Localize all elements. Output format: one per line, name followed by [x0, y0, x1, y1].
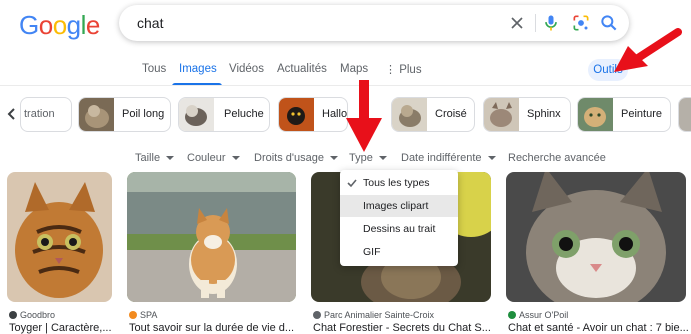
- favicon-icon: [508, 311, 516, 319]
- cat-photo: [7, 172, 112, 302]
- chip-poil-long[interactable]: Poil long: [78, 97, 171, 132]
- search-divider: [535, 14, 536, 32]
- caret-down-icon: [487, 156, 496, 161]
- caret-down-icon: [166, 156, 175, 161]
- result-title[interactable]: Chat et santé - Avoir un chat : 7 bie...: [508, 322, 690, 334]
- logo-letter: o: [52, 10, 67, 40]
- chip-label: Peluche: [224, 108, 264, 120]
- chip-thumbnail: [392, 98, 427, 131]
- source-label: SPA: [140, 310, 158, 320]
- result-source[interactable]: Parc Animalier Sainte-Croix: [313, 310, 434, 320]
- red-arrow-annotation: [614, 28, 682, 72]
- check-icon: [347, 179, 357, 188]
- chip-label: Poil long: [122, 108, 165, 120]
- more-dots-icon: ⋮: [385, 64, 396, 76]
- tab-maps[interactable]: Maps: [340, 63, 368, 75]
- filter-color[interactable]: Couleur: [187, 152, 240, 164]
- close-icon[interactable]: [507, 13, 527, 33]
- menu-item-line-drawing[interactable]: Dessins au trait: [340, 218, 458, 240]
- filter-usage-rights[interactable]: Droits d'usage: [254, 152, 338, 164]
- cat-photo: [127, 172, 296, 302]
- tab-more-label: Plus: [399, 64, 422, 76]
- search-input[interactable]: chat: [137, 15, 163, 31]
- filter-label: Date indifférente: [401, 152, 482, 164]
- result-image-toyger[interactable]: [7, 172, 112, 302]
- chip-peluche[interactable]: Peluche: [178, 97, 270, 132]
- chip-illustration[interactable]: tration: [20, 97, 72, 132]
- result-source[interactable]: Goodbro: [9, 310, 55, 320]
- menu-item-label: GIF: [363, 246, 381, 258]
- result-source[interactable]: SPA: [129, 310, 157, 320]
- menu-item-label: Dessins au trait: [363, 223, 436, 235]
- result-title[interactable]: Tout savoir sur la durée de vie d...: [129, 322, 299, 334]
- chip-peinture[interactable]: Peinture: [577, 97, 671, 132]
- cat-photo: [506, 172, 686, 302]
- logo-letter: e: [85, 10, 100, 40]
- google-lens-icon[interactable]: [571, 13, 591, 33]
- chip-label: Sphinx: [527, 108, 561, 120]
- type-dropdown-menu: Tous les types Images clipart Dessins au…: [340, 170, 458, 266]
- microphone-icon[interactable]: [541, 13, 561, 33]
- chip-next-partial[interactable]: [678, 97, 691, 132]
- source-label: Assur O'Poil: [519, 310, 569, 320]
- menu-item-gif[interactable]: GIF: [340, 241, 458, 263]
- menu-item-label: Images clipart: [363, 200, 429, 212]
- favicon-icon: [129, 311, 137, 319]
- result-title[interactable]: Chat Forestier - Secrets du Chat S...: [313, 322, 493, 334]
- chip-label: Croisé: [435, 108, 467, 120]
- search-bar[interactable]: chat: [119, 5, 629, 41]
- filter-size[interactable]: Taille: [135, 152, 175, 164]
- result-image-spa[interactable]: [127, 172, 296, 302]
- menu-item-clipart[interactable]: Images clipart: [340, 195, 458, 217]
- chip-thumbnail: [179, 98, 214, 131]
- source-label: Parc Animalier Sainte-Croix: [324, 310, 435, 320]
- caret-down-icon: [329, 156, 338, 161]
- chip-thumbnail: [578, 98, 613, 131]
- tab-news[interactable]: Actualités: [277, 63, 327, 75]
- filter-label: Couleur: [187, 152, 226, 164]
- chip-label: tration: [24, 108, 55, 120]
- chip-thumbnail: [279, 98, 314, 131]
- filter-label: Droits d'usage: [254, 152, 324, 164]
- logo-letter: o: [38, 10, 53, 40]
- tab-videos[interactable]: Vidéos: [229, 63, 264, 75]
- favicon-icon: [9, 311, 17, 319]
- logo-letter: G: [19, 10, 39, 40]
- chip-thumbnail: [679, 98, 691, 131]
- result-source[interactable]: Assur O'Poil: [508, 310, 568, 320]
- menu-item-all-types[interactable]: Tous les types: [340, 172, 458, 194]
- tab-all[interactable]: Tous: [142, 63, 166, 75]
- chip-halloween[interactable]: Hallo: [278, 97, 348, 132]
- caret-down-icon: [231, 156, 240, 161]
- google-logo[interactable]: Google: [19, 10, 100, 41]
- filter-label: Taille: [135, 152, 161, 164]
- chip-thumbnail: [484, 98, 519, 131]
- tab-more[interactable]: ⋮ Plus: [385, 63, 422, 76]
- source-label: Goodbro: [20, 310, 56, 320]
- result-image-kitten[interactable]: [506, 172, 686, 302]
- chip-croise[interactable]: Croisé: [391, 97, 475, 132]
- advanced-search-link[interactable]: Recherche avancée: [508, 152, 606, 164]
- chip-thumbnail: [79, 98, 114, 131]
- filter-date[interactable]: Date indifférente: [401, 152, 496, 164]
- menu-item-label: Tous les types: [363, 177, 430, 189]
- chip-sphinx[interactable]: Sphinx: [483, 97, 571, 132]
- logo-letter: g: [66, 10, 81, 40]
- chip-label: Peinture: [621, 108, 662, 120]
- caret-down-icon: [378, 156, 387, 161]
- favicon-icon: [313, 311, 321, 319]
- result-title[interactable]: Toyger | Caractère,...: [9, 322, 113, 334]
- chevron-left-icon[interactable]: [4, 105, 20, 123]
- red-arrow-annotation: [346, 80, 382, 152]
- tab-images[interactable]: Images: [179, 63, 217, 75]
